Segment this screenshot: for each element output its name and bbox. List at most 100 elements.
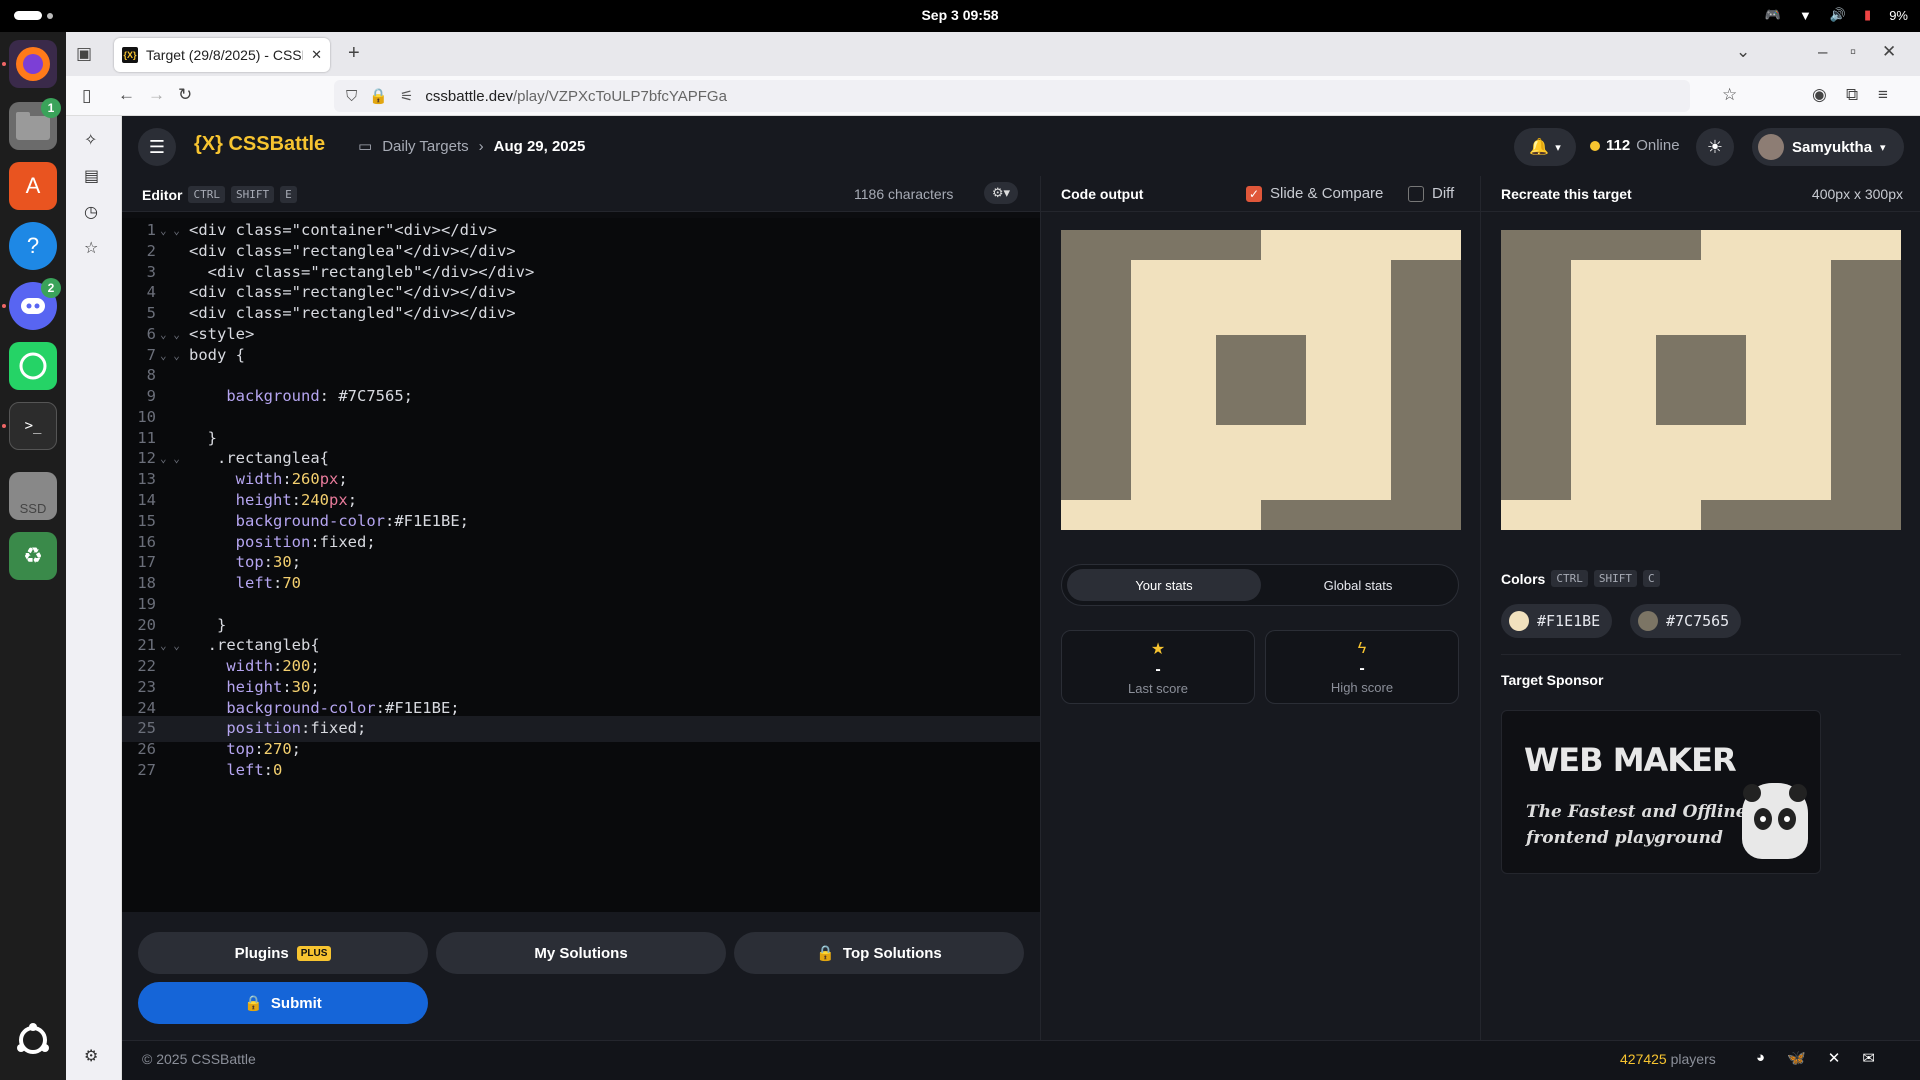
terminal-icon[interactable]: >_ (9, 402, 57, 450)
sidebar-settings-icon[interactable]: ⚙ (84, 1046, 98, 1066)
bookmarks-icon[interactable]: ☆ (84, 238, 98, 258)
top-solutions-button[interactable]: 🔒 Top Solutions (734, 932, 1024, 974)
tab-your-stats[interactable]: Your stats (1067, 569, 1261, 601)
back-icon[interactable]: ← (118, 85, 135, 105)
x-icon[interactable]: ✕ (1828, 1049, 1841, 1067)
sponsor-banner[interactable]: WEB MAKER The Fastest and Offline fronte… (1501, 710, 1821, 874)
cssbattle-favicon: {X} (122, 47, 138, 63)
system-tray[interactable]: 🎮 ▼ 🔊 ▮ 9% (1765, 7, 1908, 23)
new-tab-button[interactable]: + (348, 42, 360, 65)
code-text: left:0 (226, 761, 283, 780)
notifications-button[interactable]: 🔔 ▾ (1514, 128, 1576, 166)
list-tabs-icon[interactable]: ⌄ (1736, 42, 1750, 62)
page-settings-icon[interactable]: ⚟ (400, 87, 413, 105)
online-dot-icon (1590, 140, 1600, 151)
restore-button[interactable]: ▫ (1850, 42, 1856, 62)
discord-badge: 2 (41, 278, 61, 298)
volume-icon[interactable]: 🔊 (1830, 7, 1846, 23)
my-solutions-button[interactable]: My Solutions (436, 932, 726, 974)
close-tab-icon[interactable]: ✕ (311, 47, 322, 63)
browser-tab-bar: ▣ + ⌄ – ▫ ✕ (66, 32, 1920, 76)
code-output-title: Code output (1061, 186, 1144, 202)
color-swatch (1638, 611, 1658, 631)
wifi-icon[interactable]: ▼ (1799, 8, 1812, 23)
ssd-drive-icon[interactable]: SSD (9, 472, 57, 520)
players-label: players (1670, 1051, 1716, 1067)
account-icon[interactable]: ◉ (1812, 85, 1827, 105)
files-icon[interactable]: 1 (9, 98, 61, 150)
email-icon[interactable]: ✉ (1862, 1049, 1875, 1067)
editor-title: Editor CTRL SHIFT E (142, 186, 297, 203)
reload-icon[interactable]: ↻ (178, 85, 192, 105)
breadcrumb-daily-targets[interactable]: Daily Targets (382, 138, 468, 155)
color-swatch (1509, 611, 1529, 631)
app-menu-icon[interactable]: ≡ (1878, 85, 1888, 105)
web-maker-logo: WEB MAKER (1524, 741, 1737, 779)
submit-button[interactable]: 🔒 Submit (138, 982, 428, 1024)
discord-icon[interactable]: ◕ (1756, 1049, 1765, 1067)
extensions-icon[interactable]: ⧉ (1846, 85, 1858, 105)
color-chip-taupe[interactable]: #7C7565 (1630, 604, 1742, 638)
history-icon[interactable]: ◷ (84, 202, 98, 222)
slide-compare-checkbox[interactable]: ✓ (1246, 185, 1262, 202)
sponsor-title: Target Sponsor (1501, 672, 1604, 688)
diff-toggle[interactable]: Diff (1408, 185, 1454, 202)
colors-title: Colors CTRL SHIFT C (1501, 570, 1660, 587)
system-clock[interactable]: Sep 3 09:58 (0, 7, 1920, 23)
ai-chatbot-icon[interactable]: ✧ (84, 130, 97, 150)
battery-level: 9% (1889, 7, 1908, 23)
firefox-icon[interactable] (9, 40, 57, 88)
plugins-button[interactable]: Plugins PLUS (138, 932, 428, 974)
color-chip-cream[interactable]: #F1E1BE (1501, 604, 1613, 638)
bookmark-star-icon[interactable]: ☆ (1722, 85, 1737, 105)
sidebar-toggle-icon[interactable]: ▯ (82, 86, 91, 106)
code-line[interactable]: 27 left:0 (122, 758, 1040, 784)
tab-cssbattle[interactable]: {X} Target (29/8/2025) - CSSBattle ✕ (114, 38, 330, 72)
discord-icon[interactable]: 2 (9, 278, 61, 330)
trash-icon[interactable]: ♻ (9, 532, 57, 580)
forward-icon[interactable]: → (148, 85, 165, 105)
slide-compare-label: Slide & Compare (1270, 185, 1384, 202)
close-window-button[interactable]: ✕ (1882, 42, 1896, 62)
color-hex: #7C7565 (1666, 612, 1730, 630)
app-center-icon[interactable]: A (9, 162, 57, 210)
synced-tabs-icon[interactable]: ▤ (84, 166, 99, 186)
high-score-card: ϟ - High score (1265, 630, 1459, 704)
firefox-sidebar: ✧ ▤ ◷ ☆ ⚙ (66, 116, 122, 1080)
url-bar[interactable]: ⛉ 🔒 ⚟ cssbattle.dev/play/VZPXcToULP7bfcY… (334, 80, 1690, 112)
whatsapp-icon[interactable] (9, 342, 57, 390)
lightning-icon: ϟ (1357, 639, 1367, 657)
editor-settings-button[interactable]: ⚙▾ (984, 182, 1018, 204)
tab-global-stats[interactable]: Global stats (1263, 569, 1453, 601)
shortcut-key: CTRL (188, 186, 225, 203)
sun-icon: ☀ (1706, 136, 1724, 157)
system-top-bar: Sep 3 09:58 🎮 ▼ 🔊 ▮ 9% (0, 0, 1920, 32)
bell-icon: 🔔 (1529, 139, 1550, 156)
user-menu-button[interactable]: Samyuktha ▾ (1752, 128, 1904, 166)
show-apps-icon[interactable] (9, 1016, 57, 1064)
diff-checkbox[interactable] (1408, 185, 1424, 202)
diff-label: Diff (1432, 185, 1455, 202)
help-icon[interactable]: ? (9, 222, 57, 270)
code-output-preview[interactable] (1061, 230, 1461, 530)
discord-tray-icon[interactable]: 🎮 (1765, 7, 1781, 23)
hamburger-menu-button[interactable]: ☰ (138, 128, 176, 166)
url-text[interactable]: cssbattle.dev/play/VZPXcToULP7bfcYAPFGa (425, 88, 727, 105)
tab-overview-icon[interactable]: ▣ (76, 44, 92, 64)
lock-icon[interactable]: 🔒 (369, 87, 388, 105)
shortcut-key: SHIFT (1593, 570, 1637, 587)
lock-icon: 🔒 (816, 945, 835, 962)
shortcut-key: C (1642, 570, 1660, 587)
slide-compare-toggle[interactable]: ✓ Slide & Compare (1246, 185, 1383, 202)
players-number: 427425 (1620, 1051, 1667, 1067)
code-editor[interactable]: 1 ⌄ ⌄ <div class="container"<div></div> 2 <d… (122, 218, 1040, 912)
cssbattle-logo[interactable]: {X} CSSBattle (194, 133, 325, 156)
ssd-label: SSD (19, 501, 47, 516)
theme-toggle-button[interactable]: ☀ (1696, 128, 1734, 166)
battery-icon[interactable]: ▮ (1864, 7, 1871, 23)
minimize-button[interactable]: – (1818, 42, 1827, 62)
social-links: ◕ 🦋 ✕ ✉ (1756, 1049, 1875, 1067)
bluesky-icon[interactable]: 🦋 (1787, 1049, 1806, 1067)
tracking-shield-icon[interactable]: ⛉ (346, 88, 357, 105)
last-score-label: Last score (1128, 680, 1188, 696)
